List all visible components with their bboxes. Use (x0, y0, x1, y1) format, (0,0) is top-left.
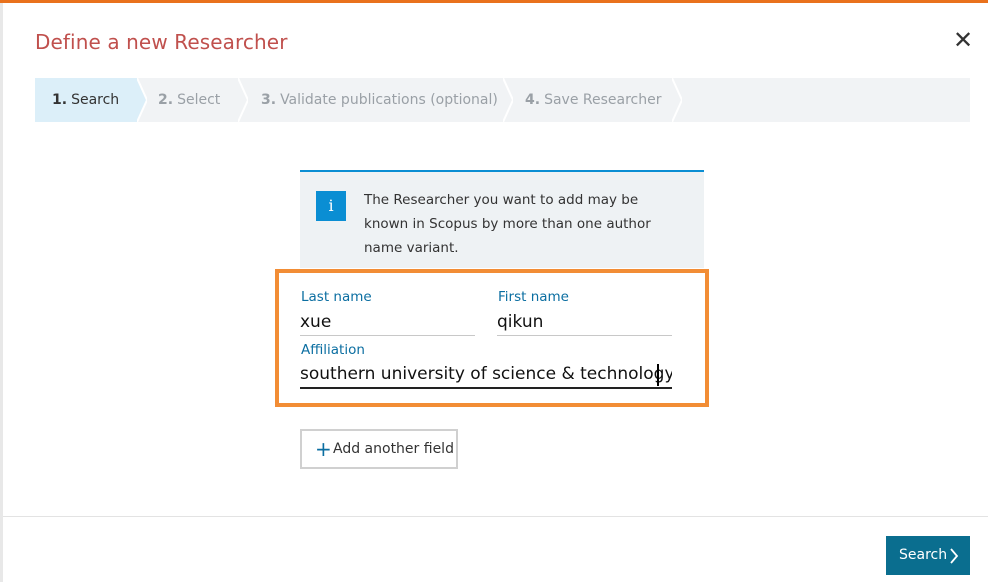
left-edge (0, 3, 3, 582)
step-number: 3. (261, 92, 277, 108)
info-icon: i (316, 191, 346, 221)
chevron-right-icon (950, 548, 959, 564)
step-label: Select (177, 92, 221, 108)
footer-divider (3, 516, 988, 517)
step-label: Validate publications (optional) (280, 92, 498, 108)
top-accent-bar (0, 0, 988, 3)
close-icon[interactable]: ✕ (951, 28, 975, 52)
affiliation-input[interactable] (300, 361, 672, 389)
stepper: 1. Search 2. Select 3. Validate publication… (35, 78, 970, 122)
step-save[interactable]: 4. Save Researcher (525, 78, 661, 122)
dialog-title: Define a new Researcher (35, 30, 288, 54)
last-name-label: Last name (301, 289, 372, 305)
step-number: 4. (525, 92, 541, 108)
step-divider-icon (503, 78, 513, 122)
step-label: Search (71, 92, 120, 108)
step-validate[interactable]: 3. Validate publications (optional) (261, 78, 498, 122)
step-label: Save Researcher (544, 92, 662, 108)
add-field-button[interactable]: + Add another field (300, 429, 458, 469)
info-text: The Researcher you want to add may be kn… (364, 192, 651, 256)
affiliation-label: Affiliation (301, 342, 365, 358)
search-button[interactable]: Search (886, 536, 970, 575)
step-number: 2. (158, 92, 174, 108)
text-caret (657, 364, 659, 386)
plus-icon: + (315, 437, 332, 461)
first-name-label: First name (498, 289, 569, 305)
step-divider-icon (672, 78, 682, 122)
first-name-input[interactable] (497, 308, 672, 336)
step-number: 1. (52, 92, 68, 108)
step-select[interactable]: 2. Select (158, 78, 220, 122)
info-box: i The Researcher you want to add may be … (300, 170, 704, 268)
search-button-label: Search (899, 547, 948, 563)
add-field-label: Add another field (333, 441, 454, 457)
step-search[interactable]: 1. Search (35, 78, 137, 122)
step-divider-icon (137, 78, 147, 122)
step-divider-icon (238, 78, 248, 122)
last-name-input[interactable] (300, 308, 475, 336)
